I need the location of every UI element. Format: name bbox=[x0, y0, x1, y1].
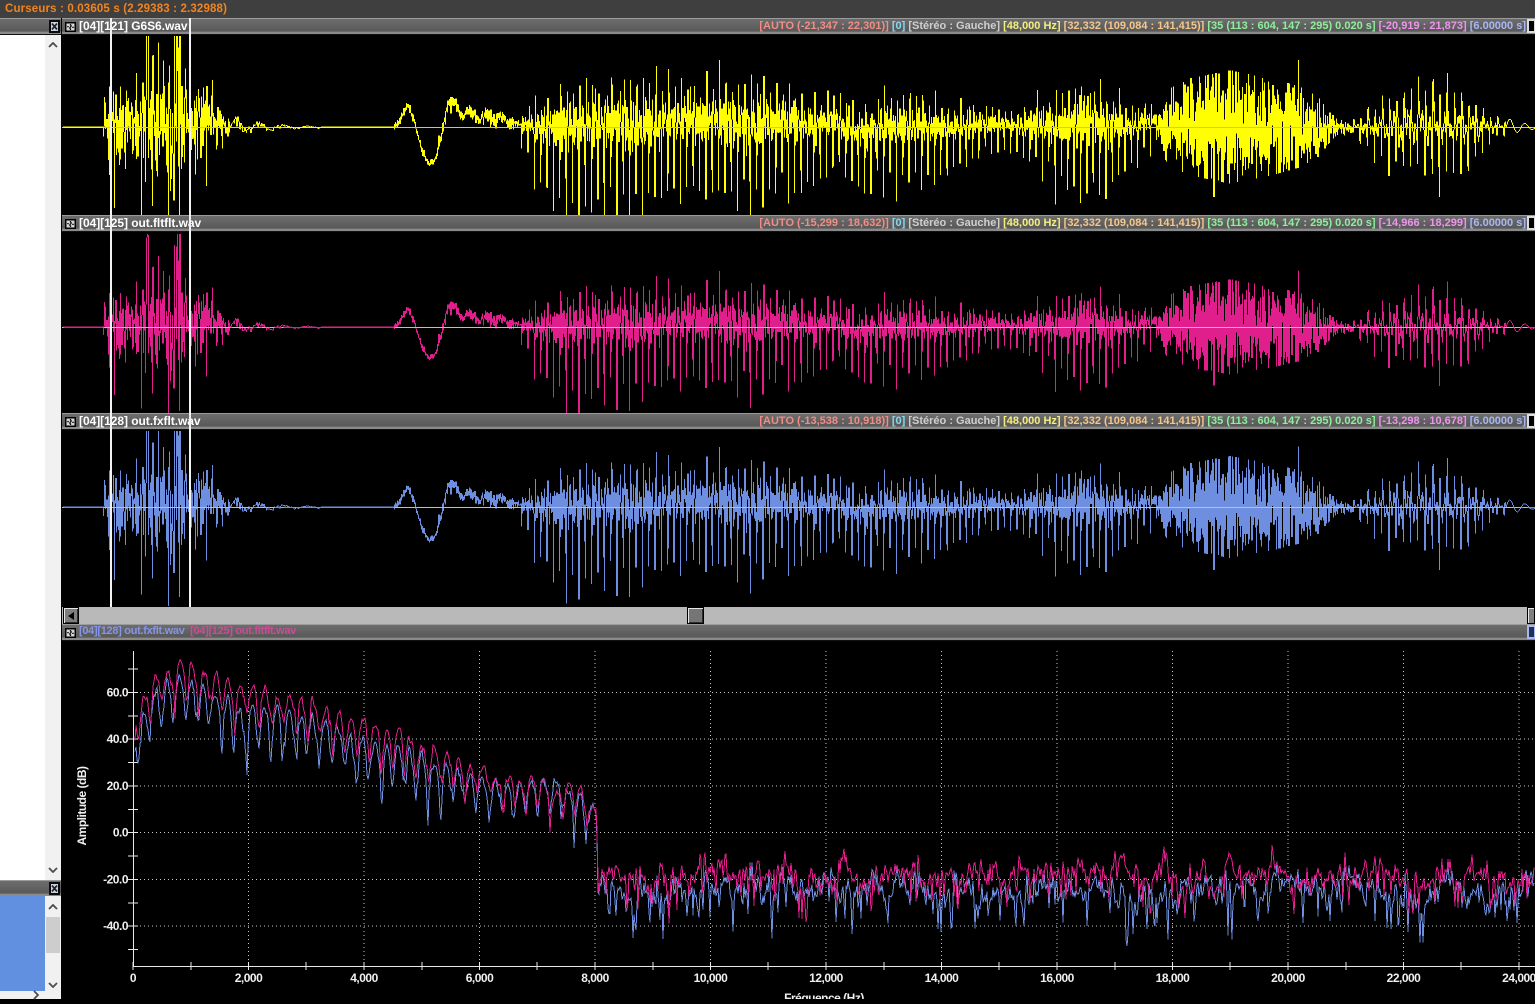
svg-text:12,000: 12,000 bbox=[809, 971, 844, 985]
svg-text:8,000: 8,000 bbox=[581, 971, 609, 985]
svg-text:0: 0 bbox=[130, 971, 137, 985]
svg-text:18,000: 18,000 bbox=[1156, 971, 1191, 985]
svg-text:20.0: 20.0 bbox=[107, 779, 129, 793]
svg-text:20,000: 20,000 bbox=[1271, 971, 1306, 985]
svg-text:2,000: 2,000 bbox=[235, 971, 263, 985]
svg-text:14,000: 14,000 bbox=[925, 971, 960, 985]
svg-text:4,000: 4,000 bbox=[350, 971, 378, 985]
svg-text:22,000: 22,000 bbox=[1387, 971, 1422, 985]
svg-text:Fréquence (Hz): Fréquence (Hz) bbox=[784, 991, 864, 999]
svg-text:16,000: 16,000 bbox=[1040, 971, 1075, 985]
svg-text:-20.0: -20.0 bbox=[103, 873, 129, 887]
svg-text:0.0: 0.0 bbox=[113, 826, 129, 840]
svg-text:40.0: 40.0 bbox=[107, 732, 129, 746]
svg-text:Amplitude (dB): Amplitude (dB) bbox=[75, 766, 89, 845]
svg-text:10,000: 10,000 bbox=[694, 971, 729, 985]
svg-text:24,000: 24,000 bbox=[1502, 971, 1535, 985]
svg-text:-40.0: -40.0 bbox=[103, 919, 129, 933]
svg-text:6,000: 6,000 bbox=[466, 971, 494, 985]
svg-text:60.0: 60.0 bbox=[107, 685, 129, 699]
